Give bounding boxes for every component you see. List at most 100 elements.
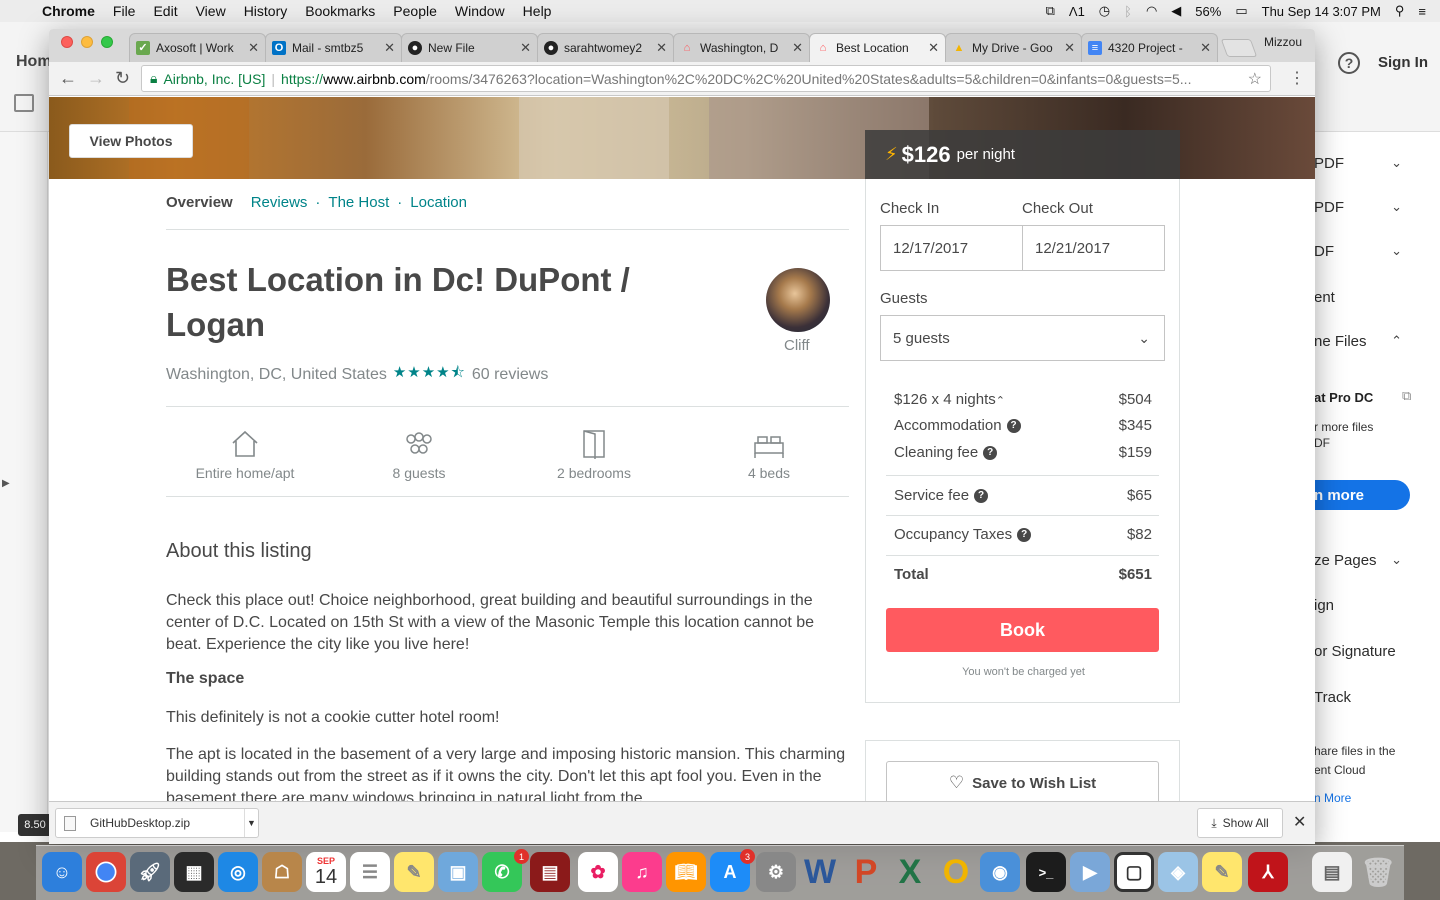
reminders-icon[interactable]: ☰ — [350, 852, 390, 892]
tool-item[interactable]: DF ⌄ — [1314, 236, 1440, 266]
chrome-icon[interactable] — [86, 852, 126, 892]
reload-icon[interactable]: ↻ — [115, 68, 130, 89]
menu-view[interactable]: View — [196, 3, 226, 19]
menu-people[interactable]: People — [393, 3, 437, 19]
save-icon[interactable] — [14, 94, 34, 112]
tab-new-file[interactable]: ● New File ✕ — [401, 33, 538, 62]
subnav-location[interactable]: Location — [410, 194, 467, 211]
excel-icon[interactable]: X — [890, 852, 930, 892]
show-all-button[interactable]: ⤓ Show All — [1197, 808, 1283, 838]
quicktime-icon[interactable]: ▶ — [1070, 852, 1110, 892]
learn-more-button[interactable]: n more — [1314, 480, 1410, 510]
screen-mirror-icon[interactable]: ⧉ — [1046, 3, 1055, 19]
system-preferences-icon[interactable]: ⚙ — [756, 852, 796, 892]
tool-item[interactable]: ne Files ⌃ — [1314, 326, 1440, 356]
host-name[interactable]: Cliff — [784, 337, 810, 354]
tool-item[interactable]: ign — [1314, 590, 1440, 620]
download-item[interactable]: GitHubDesktop.zip ▼ — [55, 808, 259, 838]
guests-select[interactable]: 5 guests ⌄ — [880, 315, 1165, 361]
tab-axosoft[interactable]: ✓ Axosoft | Work ✕ — [129, 33, 266, 62]
listing-location[interactable]: Washington, DC, United States — [166, 366, 387, 384]
bluetooth-icon[interactable]: ᛒ — [1124, 4, 1132, 19]
tab-washington[interactable]: ⌂ Washington, D ✕ — [673, 33, 810, 62]
powerpoint-icon[interactable]: P — [846, 852, 886, 892]
time-machine-icon[interactable]: ◷ — [1099, 3, 1110, 19]
virtualbox-icon[interactable]: ◈ — [1158, 852, 1198, 892]
lock-icon[interactable]: 🔒︎ — [150, 70, 157, 87]
volume-icon[interactable]: ◀ — [1171, 3, 1181, 19]
sign-in-link[interactable]: Sign In — [1378, 54, 1428, 71]
photo-booth-icon[interactable]: ▤ — [530, 852, 570, 892]
battery-percent[interactable]: 56% — [1195, 4, 1221, 19]
subnav-reviews[interactable]: Reviews — [251, 194, 308, 211]
spotlight-icon[interactable]: ⚲ — [1395, 3, 1405, 19]
menu-edit[interactable]: Edit — [153, 3, 177, 19]
menu-app-name[interactable]: Chrome — [42, 3, 95, 19]
safari-icon[interactable]: ◎ — [218, 852, 258, 892]
itunes-icon[interactable]: ♫ — [622, 852, 662, 892]
downloads-stack-icon[interactable]: ▤ — [1312, 852, 1352, 892]
tool-item[interactable]: Track — [1314, 682, 1440, 712]
close-tab-icon[interactable]: ✕ — [384, 40, 395, 56]
close-icon[interactable]: ✕ — [1293, 812, 1306, 832]
tab-best-location[interactable]: ⌂ Best Location ✕ — [809, 33, 946, 62]
tab-github[interactable]: ● sarahtwomey2 ✕ — [537, 33, 674, 62]
preview-icon[interactable]: ▣ — [438, 852, 478, 892]
bookmark-star-icon[interactable]: ☆ — [1248, 69, 1262, 89]
new-tab-button[interactable] — [1220, 39, 1258, 57]
menu-history[interactable]: History — [244, 3, 288, 19]
finder-icon[interactable]: ☺ — [42, 852, 82, 892]
profile-name[interactable]: Mizzou — [1264, 35, 1302, 49]
close-tab-icon[interactable]: ✕ — [792, 40, 803, 56]
copy-icon[interactable]: ⧉ — [1402, 388, 1411, 404]
stickies-icon[interactable]: ✎ — [1202, 852, 1242, 892]
review-count[interactable]: 60 reviews — [472, 366, 548, 384]
tab-my-drive[interactable]: ▲ My Drive - Goo ✕ — [945, 33, 1082, 62]
close-tab-icon[interactable]: ✕ — [248, 40, 259, 56]
host-avatar[interactable] — [766, 268, 830, 332]
close-tab-icon[interactable]: ✕ — [656, 40, 667, 56]
check-in-field[interactable]: 12/17/2017 — [880, 225, 1023, 271]
subnav-host[interactable]: The Host — [328, 194, 389, 211]
book-button[interactable]: Book — [886, 608, 1159, 652]
learn-more-link[interactable]: n More — [1314, 791, 1351, 805]
tool-item[interactable]: ent — [1314, 282, 1440, 312]
word-icon[interactable]: W — [800, 852, 840, 892]
tool-item[interactable]: PDF ⌄ — [1314, 192, 1440, 222]
close-tab-icon[interactable]: ✕ — [1064, 40, 1075, 56]
launchpad-icon[interactable]: 🚀︎ — [130, 852, 170, 892]
network-icon[interactable]: ◉ — [980, 852, 1020, 892]
close-tab-icon[interactable]: ✕ — [520, 40, 531, 56]
ibooks-icon[interactable]: 📖︎ — [666, 852, 706, 892]
outlook-dock-icon[interactable]: O — [936, 852, 976, 892]
minimize-window-button[interactable] — [81, 36, 93, 48]
terminal-icon[interactable]: >_ — [1026, 852, 1066, 892]
wifi-icon[interactable]: ◠ — [1146, 3, 1157, 19]
clock[interactable]: Thu Sep 14 3:07 PM — [1262, 4, 1381, 19]
sourcetree-icon[interactable]: ▢ — [1114, 852, 1154, 892]
address-bar[interactable]: 🔒︎ Airbnb, Inc. [US] | https:// www.airb… — [141, 65, 1271, 92]
tool-item[interactable]: or Signature — [1314, 636, 1440, 666]
tab-4320-project[interactable]: ≡ 4320 Project - ✕ — [1081, 33, 1218, 62]
contacts-icon[interactable]: ☖ — [262, 852, 302, 892]
notification-center-icon[interactable]: ≡ — [1418, 4, 1426, 19]
back-icon[interactable]: ← — [59, 68, 77, 89]
help-icon[interactable]: ? — [974, 489, 989, 504]
trash-icon[interactable]: 🗑︎ — [1358, 852, 1398, 892]
menu-bookmarks[interactable]: Bookmarks — [305, 3, 375, 19]
adobe-status-icon[interactable]: Λ1 — [1069, 4, 1085, 19]
subnav-overview[interactable]: Overview — [166, 194, 233, 211]
save-to-wishlist-button[interactable]: ♡ Save to Wish List — [886, 761, 1159, 805]
notes-icon[interactable]: ✎ — [394, 852, 434, 892]
calendar-icon[interactable]: SEP 14 — [306, 852, 346, 892]
expand-panel-icon[interactable]: ▶ — [2, 478, 10, 489]
acrobat-home-tab[interactable]: Hom — [16, 53, 52, 71]
help-icon[interactable]: ? — [1017, 528, 1032, 543]
help-icon[interactable]: ? — [1006, 419, 1021, 434]
tab-mail[interactable]: O Mail - smtbz5 ✕ — [265, 33, 402, 62]
menu-window[interactable]: Window — [455, 3, 505, 19]
photos-icon[interactable]: ✿ — [578, 852, 618, 892]
help-icon[interactable]: ? — [1338, 52, 1360, 74]
battery-icon[interactable]: ▭ — [1235, 3, 1247, 19]
chrome-menu-icon[interactable]: ⋮ — [1289, 68, 1305, 88]
